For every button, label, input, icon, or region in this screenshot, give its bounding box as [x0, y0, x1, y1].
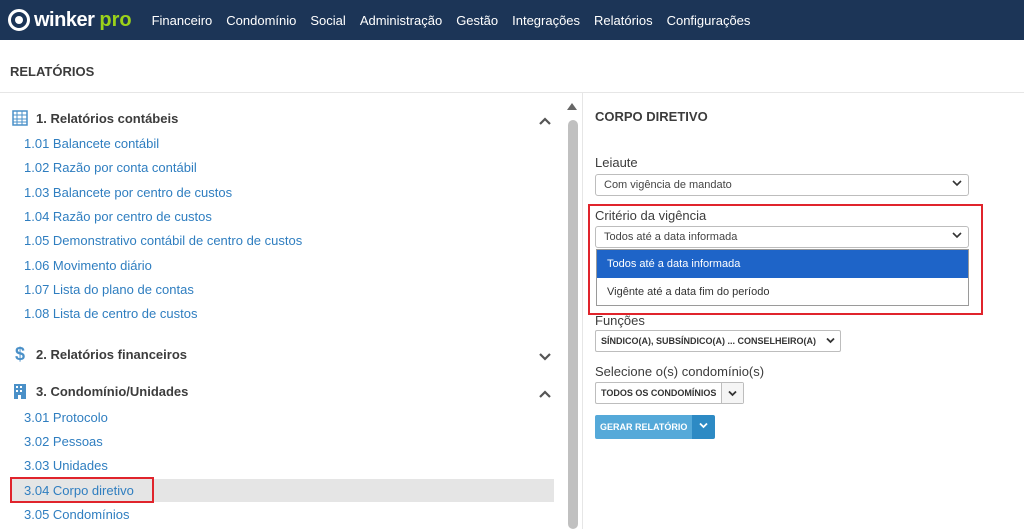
chevron-down-icon — [952, 178, 962, 190]
report-link[interactable]: 1.06 Movimento diário — [24, 258, 152, 273]
nav-gestao[interactable]: Gestão — [456, 13, 498, 28]
nav-configuracoes[interactable]: Configurações — [667, 13, 751, 28]
report-link[interactable]: 3.03 Unidades — [24, 458, 108, 473]
report-link[interactable]: 1.04 Razão por centro de custos — [24, 209, 212, 224]
nav-condominio[interactable]: Condomínio — [226, 13, 296, 28]
leiaute-label: Leiaute — [595, 155, 638, 170]
generate-report-label[interactable]: GERAR RELATÓRIO — [595, 415, 693, 439]
report-link[interactable]: 1.07 Lista do plano de contas — [24, 282, 194, 297]
report-link[interactable]: 1.05 Demonstrativo contábil de centro de… — [24, 233, 302, 248]
nav-relatorios[interactable]: Relatórios — [594, 13, 653, 28]
chevron-down-icon — [821, 336, 840, 347]
form-title: CORPO DIRETIVO — [595, 109, 708, 124]
brand-word: winker — [34, 8, 95, 31]
brand-logo[interactable]: winker pro — [8, 9, 132, 32]
nav-social[interactable]: Social — [310, 13, 345, 28]
report-link[interactable]: 3.02 Pessoas — [24, 434, 103, 449]
report-link[interactable]: 3.01 Protocolo — [24, 410, 108, 425]
scroll-up-arrow[interactable] — [567, 103, 577, 110]
winker-logo-icon — [8, 9, 30, 31]
funcoes-value: SÍNDICO(A), SUBSÍNDICO(A) ... CONSELHEIR… — [601, 336, 816, 346]
section-title: 1. Relatórios contábeis — [36, 110, 179, 126]
nav-administracao[interactable]: Administração — [360, 13, 442, 28]
chevron-down-icon — [721, 383, 744, 403]
main-nav: Financeiro Condomínio Social Administraç… — [152, 13, 765, 28]
leiaute-select[interactable]: Com vigência de mandato — [595, 174, 969, 196]
funcoes-multiselect[interactable]: SÍNDICO(A), SUBSÍNDICO(A) ... CONSELHEIR… — [595, 330, 841, 352]
top-navbar: winker pro Financeiro Condomínio Social … — [0, 0, 1024, 40]
report-link[interactable]: 1.08 Lista de centro de custos — [24, 306, 197, 321]
section-header-contabeis[interactable]: 1. Relatórios contábeis — [12, 110, 178, 126]
condominios-value: TODOS OS CONDOMÍNIOS — [601, 388, 717, 398]
chevron-up-icon[interactable] — [536, 113, 554, 127]
spreadsheet-icon — [12, 110, 28, 126]
nav-financeiro[interactable]: Financeiro — [152, 13, 213, 28]
leiaute-value: Com vigência de mandato — [604, 179, 732, 191]
title-divider — [0, 92, 1024, 93]
chevron-up-icon[interactable] — [536, 386, 554, 400]
highlight-box — [10, 477, 154, 503]
report-link[interactable]: 1.03 Balancete por centro de custos — [24, 185, 232, 200]
funcoes-label: Funções — [595, 313, 645, 328]
panel-divider — [582, 93, 583, 529]
highlight-box — [588, 204, 983, 315]
dollar-icon: $ — [14, 344, 25, 364]
section-header-condominio[interactable]: 3. Condomínio/Unidades — [12, 383, 188, 399]
section-header-financeiros[interactable]: $ 2. Relatórios financeiros — [12, 344, 187, 364]
building-icon — [12, 383, 28, 399]
scrollbar-thumb[interactable] — [568, 120, 578, 529]
brand-pro: pro — [99, 8, 132, 31]
chevron-down-icon[interactable] — [536, 349, 554, 363]
condominios-multiselect[interactable]: TODOS OS CONDOMÍNIOS — [595, 382, 745, 404]
generate-report-button[interactable]: GERAR RELATÓRIO — [595, 415, 716, 439]
report-link[interactable]: 3.05 Condomínios — [24, 507, 130, 522]
chevron-down-icon[interactable] — [692, 415, 716, 439]
report-link[interactable]: 1.02 Razão por conta contábil — [24, 160, 197, 175]
nav-integracoes[interactable]: Integrações — [512, 13, 580, 28]
condominios-label: Selecione o(s) condomínio(s) — [595, 364, 765, 379]
section-title: 3. Condomínio/Unidades — [36, 383, 189, 399]
report-link[interactable]: 1.01 Balancete contábil — [24, 136, 159, 151]
section-title: 2. Relatórios financeiros — [36, 346, 187, 362]
page-title: RELATÓRIOS — [10, 64, 95, 79]
